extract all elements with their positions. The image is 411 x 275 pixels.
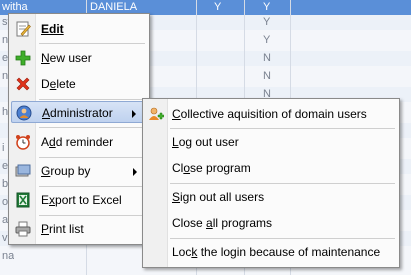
grid-cell-flag: N <box>263 52 271 64</box>
submenu-item-label: Close program <box>172 161 251 175</box>
menu-item-edit-label: Edit <box>41 22 64 36</box>
menu-separator <box>39 215 145 216</box>
excel-icon <box>15 192 31 208</box>
delete-icon <box>15 76 31 92</box>
collective-users-icon <box>148 106 165 122</box>
add-icon <box>15 50 31 66</box>
menu-item-delete[interactable]: Delete <box>11 73 145 95</box>
grid-cell-flag: N <box>263 70 271 82</box>
grid-cell-col3: Y <box>214 1 222 13</box>
menu-item-add-reminder-label: Add reminder <box>41 135 114 149</box>
menu-item-print-list[interactable]: Print list <box>11 218 145 240</box>
submenu-item-sign-out-all[interactable]: Sign out all users <box>145 186 395 208</box>
menu-item-new-user[interactable]: New user <box>11 47 145 69</box>
grid-cell-flag: Y <box>263 34 271 46</box>
submenu-item-label: Log out user <box>172 135 239 149</box>
submenu-item-close-program[interactable]: Close program <box>145 157 395 179</box>
menu-item-export-excel-label: Export to Excel <box>41 193 122 207</box>
group-icon <box>15 163 31 179</box>
grid-cell-name: na <box>2 250 15 262</box>
grid-cell-name: witha <box>2 1 28 13</box>
menu-separator <box>170 183 395 184</box>
context-menu: Edit New user Delete Administrator Add r… <box>8 13 150 245</box>
menu-separator <box>170 128 395 129</box>
submenu-item-label: Close all programs <box>172 216 273 230</box>
submenu-item-log-out-user[interactable]: Log out user <box>145 131 395 153</box>
printer-icon <box>15 221 31 237</box>
submenu-item-label: Sign out all users <box>172 190 265 204</box>
grid-cell-name: i <box>2 142 5 154</box>
administrator-submenu: Collective aquisition of domain users Lo… <box>142 98 400 268</box>
menu-item-export-excel[interactable]: Export to Excel <box>11 189 145 211</box>
menu-separator <box>170 238 395 239</box>
submenu-item-label: Collective aquisition of domain users <box>172 107 367 121</box>
menu-item-print-list-label: Print list <box>41 222 84 236</box>
grid-cell-flag: Y <box>263 16 271 28</box>
menu-item-administrator-label: Administrator <box>42 106 113 120</box>
submenu-item-collective-aquisition[interactable]: Collective aquisition of domain users <box>145 103 395 125</box>
menu-item-group-by[interactable]: Group by <box>11 160 145 182</box>
submenu-item-label: Lock the login because of maintenance <box>172 245 381 259</box>
menu-separator <box>39 43 145 44</box>
menu-separator <box>39 127 145 128</box>
menu-item-group-by-label: Group by <box>41 164 91 178</box>
grid-cell-user: DANIELA <box>90 1 138 13</box>
submenu-item-close-all-programs[interactable]: Close all programs <box>145 212 395 234</box>
administrator-icon <box>16 105 32 121</box>
menu-item-delete-label: Delete <box>41 77 76 91</box>
grid-cell-col4: Y <box>263 1 271 13</box>
submenu-item-lock-login[interactable]: Lock the login because of maintenance <box>145 241 395 263</box>
menu-separator <box>39 157 145 158</box>
submenu-arrow-icon <box>133 168 137 176</box>
menu-item-new-user-label: New user <box>41 51 92 65</box>
menu-item-add-reminder[interactable]: Add reminder <box>11 131 145 153</box>
menu-separator <box>39 99 145 100</box>
edit-icon <box>15 21 31 37</box>
alarm-clock-icon <box>15 134 31 150</box>
menu-item-administrator[interactable]: Administrator <box>11 101 145 123</box>
menu-item-edit[interactable]: Edit <box>11 18 145 40</box>
menu-separator <box>39 186 145 187</box>
submenu-arrow-icon <box>132 110 136 118</box>
